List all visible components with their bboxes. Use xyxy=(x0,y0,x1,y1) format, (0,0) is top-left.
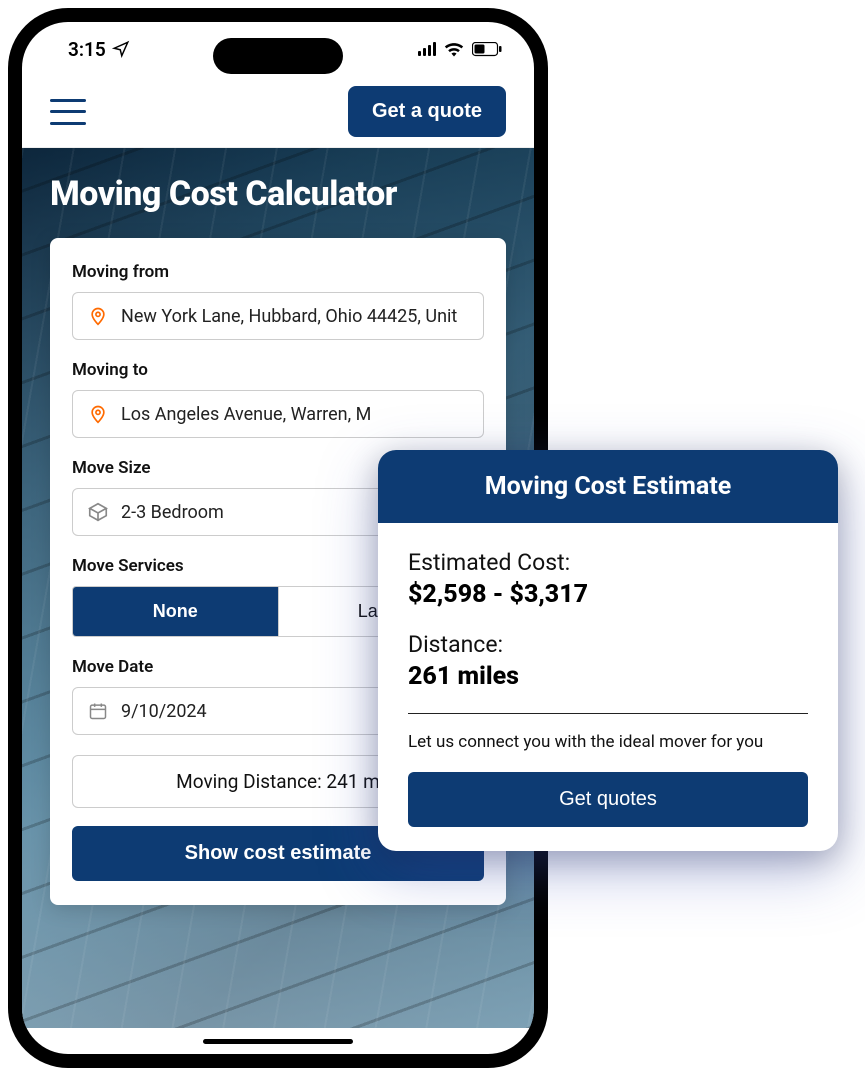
phone-notch xyxy=(213,38,343,74)
status-time: 3:15 xyxy=(68,38,106,61)
get-quote-button[interactable]: Get a quote xyxy=(348,86,506,137)
cost-label: Estimated Cost: xyxy=(408,549,808,576)
nav-bar: Get a quote xyxy=(22,76,534,148)
pin-icon xyxy=(87,403,109,425)
cost-value: $2,598 - $3,317 xyxy=(408,580,808,609)
from-label: Moving from xyxy=(72,262,484,282)
to-value: Los Angeles Avenue, Warren, M xyxy=(121,404,469,425)
home-indicator xyxy=(203,1039,353,1044)
divider xyxy=(408,713,808,714)
wifi-icon xyxy=(444,41,464,57)
distance-value: 261 miles xyxy=(408,662,808,691)
estimate-card: Moving Cost Estimate Estimated Cost: $2,… xyxy=(378,450,838,851)
to-input[interactable]: Los Angeles Avenue, Warren, M xyxy=(72,390,484,438)
signal-icon xyxy=(418,42,436,56)
get-quotes-button[interactable]: Get quotes xyxy=(408,772,808,827)
page-title: Moving Cost Calculator xyxy=(50,174,506,214)
from-input[interactable]: New York Lane, Hubbard, Ohio 44425, Unit xyxy=(72,292,484,340)
distance-label: Distance: xyxy=(408,631,808,658)
location-icon xyxy=(112,40,130,58)
estimate-header: Moving Cost Estimate xyxy=(378,450,838,523)
box-icon xyxy=(87,501,109,523)
menu-icon[interactable] xyxy=(50,99,86,125)
calendar-icon xyxy=(87,700,109,722)
to-label: Moving to xyxy=(72,360,484,380)
from-value: New York Lane, Hubbard, Ohio 44425, Unit xyxy=(121,306,469,327)
battery-icon xyxy=(472,42,502,57)
pin-icon xyxy=(87,305,109,327)
services-option-none[interactable]: None xyxy=(73,587,279,636)
estimate-note: Let us connect you with the ideal mover … xyxy=(408,732,808,752)
